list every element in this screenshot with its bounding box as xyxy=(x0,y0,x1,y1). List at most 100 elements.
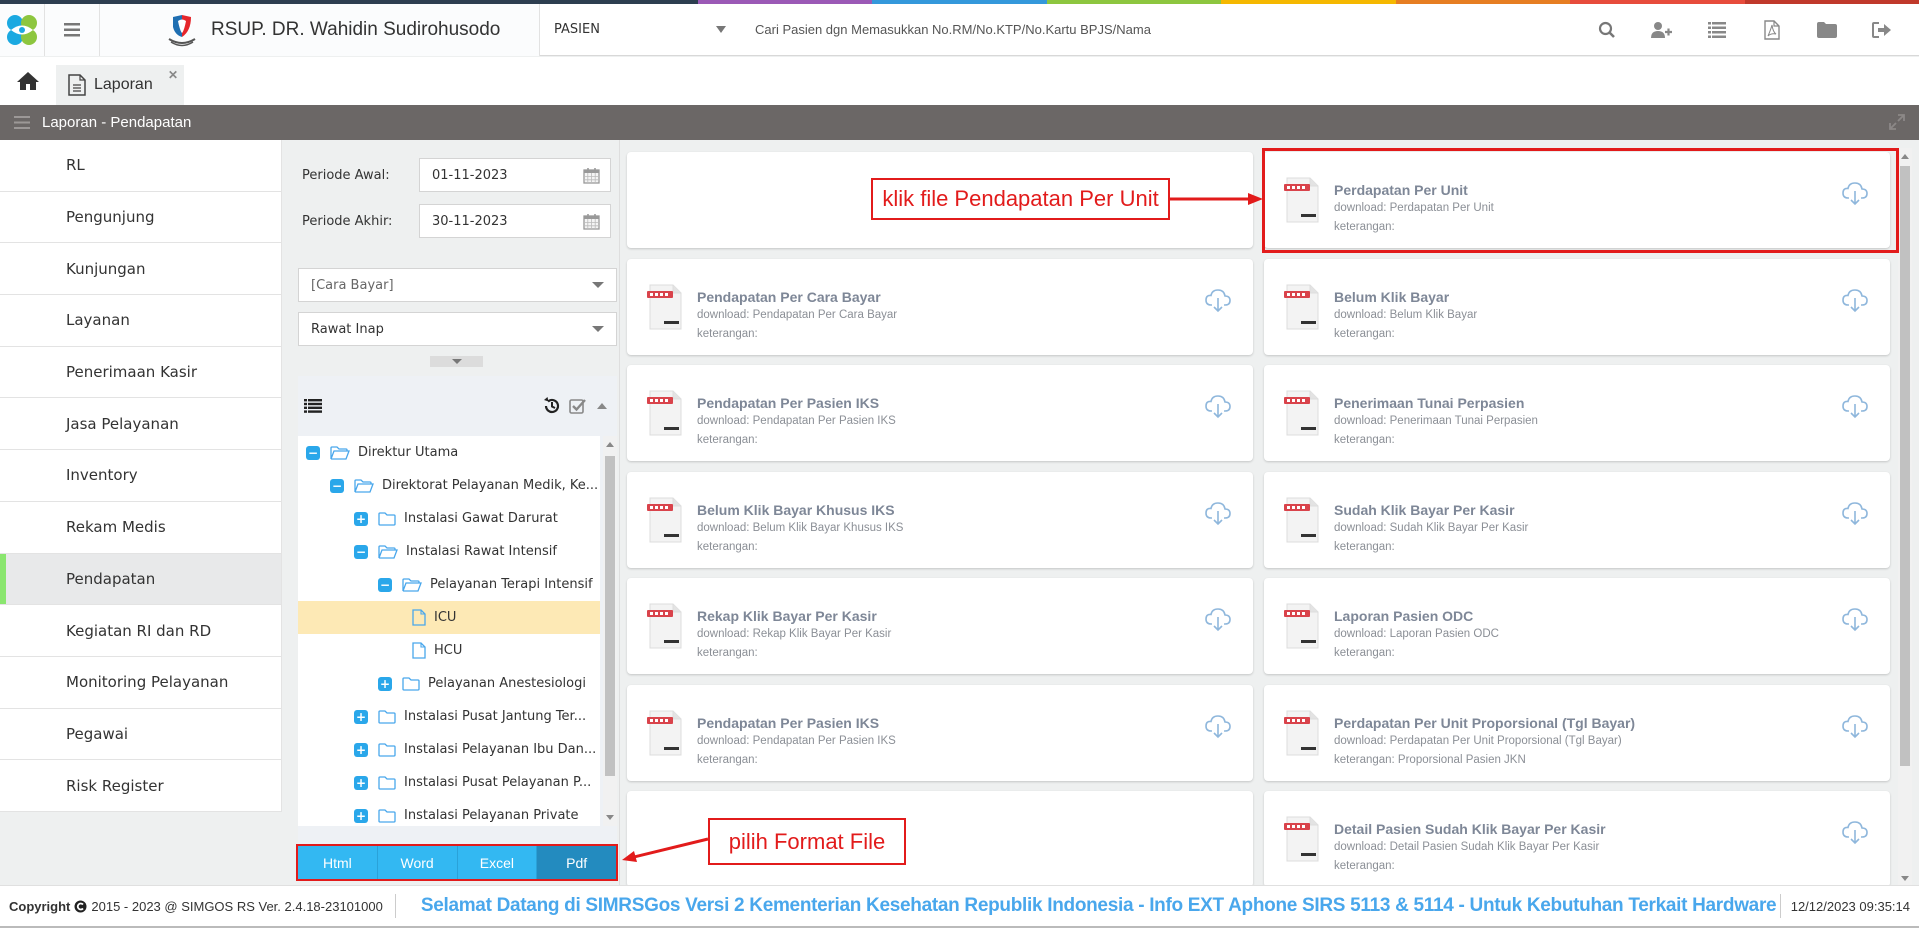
sidebar-item-jasa-pelayanan[interactable]: Jasa Pelayanan xyxy=(0,398,281,451)
main-menu-button[interactable] xyxy=(45,3,100,56)
tab-bar: Laporan ✕ xyxy=(0,57,1919,105)
search-type-value: PASIEN xyxy=(554,22,600,37)
sidebar-item-layanan[interactable]: Layanan xyxy=(0,295,281,347)
calendar-icon[interactable] xyxy=(583,167,600,184)
report-card[interactable]: Detail Pasien Sudah Klik Bayar Per Kasir… xyxy=(1264,791,1890,885)
format-button-pdf[interactable]: Pdf xyxy=(537,846,616,879)
sidebar-item-pengunjung[interactable]: Pengunjung xyxy=(0,192,281,244)
tree-scrollbar[interactable] xyxy=(603,436,617,826)
report-card[interactable]: Belum Klik Bayar Khusus IKS download: Bel… xyxy=(627,471,1253,568)
cloud-download-icon[interactable] xyxy=(1842,714,1868,743)
list-button[interactable] xyxy=(1689,4,1744,56)
jenis-kunjungan-select[interactable]: Rawat Inap xyxy=(298,312,617,346)
collapse-node-icon[interactable]: − xyxy=(378,577,392,592)
expand-node-icon[interactable]: + xyxy=(354,742,368,757)
tree-node[interactable]: ICU xyxy=(298,601,600,634)
cloud-download-icon[interactable] xyxy=(1205,288,1231,317)
collapse-up-icon[interactable] xyxy=(595,399,609,413)
search-button[interactable] xyxy=(1579,4,1634,56)
report-title: Pendapatan Per Pasien IKS xyxy=(697,395,880,411)
sidebar-item-pegawai[interactable]: Pegawai xyxy=(0,709,281,761)
report-card[interactable]: Belum Klik Bayar download: Belum Klik Bay… xyxy=(1264,258,1890,355)
folder-open-icon xyxy=(330,445,350,460)
report-card[interactable]: Rekap Klik Bayar Per Kasir download: Reka… xyxy=(627,578,1253,674)
tree-node[interactable]: + Instalasi Pusat Pelayanan P... xyxy=(298,766,600,799)
logout-button[interactable] xyxy=(1854,4,1909,56)
tree-node[interactable]: + Instalasi Pelayanan Private xyxy=(298,799,600,826)
report-list-scrollbar[interactable] xyxy=(1898,148,1912,885)
list-icon[interactable] xyxy=(304,399,322,413)
tree-node-label: Instalasi Pelayanan Private xyxy=(404,808,579,823)
cloud-download-icon[interactable] xyxy=(1842,182,1868,210)
cloud-download-icon[interactable] xyxy=(1842,608,1868,636)
expand-filter-toggle[interactable] xyxy=(430,356,483,367)
close-tab-icon[interactable]: ✕ xyxy=(168,68,178,82)
tree-node[interactable]: − Instalasi Rawat Intensif xyxy=(298,535,600,568)
hospital-logo xyxy=(168,14,196,46)
check-all-icon[interactable] xyxy=(569,397,587,415)
report-card[interactable]: Pendapatan Per Pasien IKS download: Penda… xyxy=(627,684,1253,781)
expand-node-icon[interactable]: + xyxy=(354,511,368,526)
patient-search-input[interactable] xyxy=(755,22,1455,37)
tab-laporan[interactable]: Laporan ✕ xyxy=(56,65,184,105)
pdf-button[interactable] xyxy=(1744,4,1799,56)
annotation-click-file: klik file Pendapatan Per Unit xyxy=(871,178,1170,220)
expand-icon[interactable] xyxy=(1889,114,1905,130)
periode-awal-input[interactable]: 01-11-2023 xyxy=(419,158,611,192)
report-card[interactable]: Perdapatan Per Unit Proporsional (Tgl Ba… xyxy=(1264,684,1890,781)
sidebar-item-rl[interactable]: RL xyxy=(0,140,281,192)
collapse-node-icon[interactable]: − xyxy=(330,478,344,493)
history-icon[interactable] xyxy=(543,397,561,415)
sidebar-item-inventory[interactable]: Inventory xyxy=(0,450,281,502)
sidebar-item-pendapatan[interactable]: Pendapatan xyxy=(0,553,281,606)
expand-node-icon[interactable]: + xyxy=(378,676,392,691)
format-button-html[interactable]: Html xyxy=(298,846,378,879)
report-card[interactable]: Pendapatan Per Pasien IKS download: Penda… xyxy=(627,365,1253,461)
tree-node[interactable]: − Pelayanan Terapi Intensif xyxy=(298,568,600,601)
tree-node[interactable]: + Pelayanan Anestesiologi xyxy=(298,667,600,700)
periode-akhir-input[interactable]: 30-11-2023 xyxy=(419,204,611,238)
report-card[interactable]: Laporan Pasien ODC download: Laporan Pasi… xyxy=(1264,578,1890,674)
report-download-label: download: Perdapatan Per Unit xyxy=(1334,202,1494,214)
cloud-download-icon[interactable] xyxy=(1205,501,1231,530)
sidebar-item-label: Penerimaan Kasir xyxy=(66,363,197,382)
tree-node[interactable]: HCU xyxy=(298,634,600,667)
expand-node-icon[interactable]: + xyxy=(354,709,368,724)
cloud-download-icon[interactable] xyxy=(1842,501,1868,530)
search-type-select[interactable]: PASIEN xyxy=(540,4,740,56)
calendar-icon[interactable] xyxy=(583,213,600,230)
format-button-word[interactable]: Word xyxy=(377,846,458,879)
sidebar-item-risk-register[interactable]: Risk Register xyxy=(0,760,281,812)
expand-node-icon[interactable]: + xyxy=(354,775,368,790)
tree-node[interactable]: − Direktur Utama xyxy=(298,436,600,469)
collapse-node-icon[interactable]: − xyxy=(354,544,368,559)
cloud-download-icon[interactable] xyxy=(1205,608,1231,636)
cloud-download-icon[interactable] xyxy=(1842,395,1868,423)
cloud-download-icon[interactable] xyxy=(1842,288,1868,317)
sidebar-item-penerimaan-kasir[interactable]: Penerimaan Kasir xyxy=(0,347,281,399)
sidebar-item-rekam-medis[interactable]: Rekam Medis xyxy=(0,502,281,554)
tree-node[interactable]: + Instalasi Pusat Jantung Ter... xyxy=(298,700,600,733)
add-patient-button[interactable] xyxy=(1634,4,1689,56)
sidebar-item-kunjungan[interactable]: Kunjungan xyxy=(0,243,281,296)
report-card[interactable]: Sudah Klik Bayar Per Kasir download: Suda… xyxy=(1264,471,1890,568)
cloud-download-icon[interactable] xyxy=(1205,395,1231,423)
report-card[interactable]: Perdapatan Per Unit download: Perdapatan … xyxy=(1264,152,1890,248)
expand-node-icon[interactable]: + xyxy=(354,808,368,823)
sidebar-item-monitoring-pelayanan[interactable]: Monitoring Pelayanan xyxy=(0,657,281,709)
home-button[interactable] xyxy=(0,57,56,105)
report-card[interactable]: Pendapatan Per Cara Bayar download: Penda… xyxy=(627,258,1253,355)
tree-node[interactable]: − Direktorat Pelayanan Medik, Ke... xyxy=(298,469,600,502)
collapse-node-icon[interactable]: − xyxy=(306,445,320,460)
sidebar-item-kegiatan-ri-dan-rd[interactable]: Kegiatan RI dan RD xyxy=(0,605,281,657)
cloud-download-icon[interactable] xyxy=(1205,714,1231,743)
folder-button[interactable] xyxy=(1799,4,1854,56)
report-card[interactable]: Penerimaan Tunai Perpasien download: Pene… xyxy=(1264,365,1890,461)
tree-node[interactable]: + Instalasi Gawat Darurat xyxy=(298,502,600,535)
cara-bayar-select[interactable]: [Cara Bayar] xyxy=(298,268,617,302)
hamburger-icon[interactable] xyxy=(14,116,30,129)
cloud-download-icon[interactable] xyxy=(1842,821,1868,849)
tree-node[interactable]: + Instalasi Pelayanan Ibu Dan... xyxy=(298,733,600,766)
chevron-down-icon xyxy=(716,26,726,33)
format-button-excel[interactable]: Excel xyxy=(457,846,538,879)
